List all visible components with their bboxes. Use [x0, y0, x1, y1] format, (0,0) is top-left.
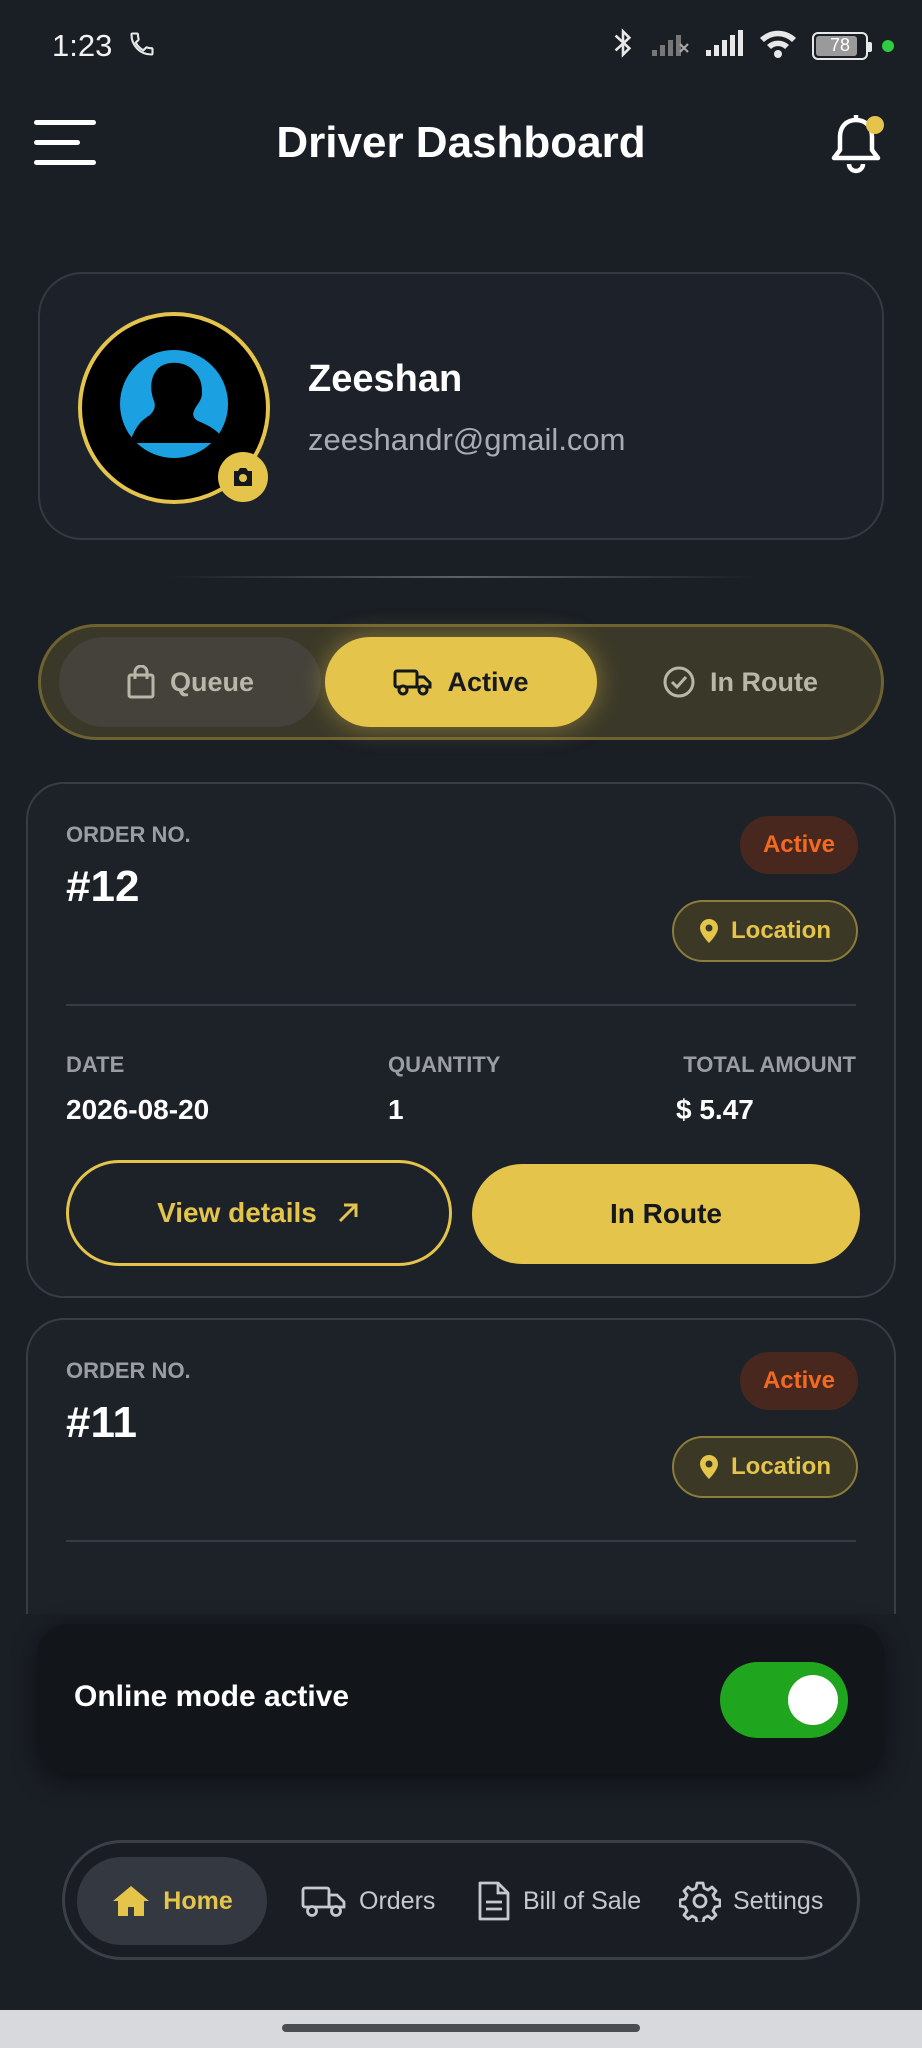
bluetooth-icon [610, 26, 636, 65]
signal-off-icon [650, 28, 690, 63]
card-divider [66, 1540, 856, 1542]
signal-icon [704, 28, 744, 63]
nav-label: Home [163, 1886, 233, 1915]
order-card: ORDER NO. #12 Active Location DATE 2026-… [26, 782, 896, 1298]
view-details-label: View details [157, 1197, 317, 1228]
total-amount-value: $ 5.47 [676, 1094, 754, 1125]
tab-in-route[interactable]: In Route [615, 637, 865, 727]
quantity-value: 1 [388, 1094, 404, 1125]
view-details-button[interactable]: View details [66, 1160, 452, 1266]
nav-label: Settings [733, 1886, 824, 1915]
bag-icon [127, 665, 155, 699]
nav-orders[interactable]: Orders [301, 1857, 435, 1945]
online-mode-toggle[interactable] [720, 1662, 848, 1738]
status-bar: 1:23 78 [0, 0, 922, 92]
location-label: Location [731, 1453, 831, 1480]
location-button[interactable]: Location [672, 900, 858, 962]
date-value: 2026-08-20 [66, 1094, 210, 1125]
date-label: DATE [66, 1052, 125, 1077]
profile-card: Zeeshan zeeshandr@gmail.com [38, 272, 884, 540]
order-number: #11 [66, 1398, 137, 1447]
order-card: ORDER NO. #11 Active Location [26, 1318, 896, 1614]
section-divider [168, 576, 754, 578]
total-amount-label: TOTAL AMOUNT [683, 1052, 856, 1077]
privacy-indicator-dot [882, 39, 894, 52]
notification-button[interactable] [828, 114, 888, 178]
order-number-label: ORDER NO. [66, 822, 191, 847]
nav-label: Orders [359, 1886, 436, 1915]
battery-icon: 78 [812, 31, 872, 60]
card-divider [66, 1004, 856, 1006]
phone-call-icon [128, 30, 156, 63]
status-badge: Active [740, 1352, 858, 1410]
status-badge: Active [740, 816, 858, 874]
nav-bill-of-sale[interactable]: Bill of Sale [477, 1857, 641, 1945]
check-circle-icon [663, 666, 695, 698]
status-time: 1:23 [52, 28, 113, 63]
tab-queue[interactable]: Queue [59, 637, 321, 727]
truck-icon [393, 669, 432, 696]
arrow-up-right-icon [338, 1203, 358, 1223]
map-pin-icon [700, 919, 718, 943]
tab-label: Active [447, 666, 529, 697]
home-icon [113, 1886, 150, 1916]
tab-label: In Route [710, 666, 818, 697]
truck-icon [301, 1886, 346, 1917]
order-number: #12 [66, 862, 140, 911]
bottom-navigation: Home Orders Bill of Sale Settings [62, 1840, 860, 1960]
nav-home[interactable]: Home [77, 1857, 267, 1945]
profile-email: zeeshandr@gmail.com [308, 422, 626, 457]
nav-settings[interactable]: Settings [679, 1857, 823, 1945]
online-mode-label: Online mode active [74, 1680, 350, 1713]
change-photo-button[interactable] [218, 452, 268, 502]
location-label: Location [731, 917, 831, 944]
order-status-tabs: Queue Active In Route [38, 624, 884, 740]
camera-icon [234, 468, 252, 486]
battery-level: 78 [829, 35, 851, 55]
map-pin-icon [700, 1455, 718, 1479]
location-button[interactable]: Location [672, 1436, 858, 1498]
page-title: Driver Dashboard [276, 118, 646, 167]
tab-label: Queue [169, 666, 255, 697]
online-mode-panel: Online mode active [38, 1624, 884, 1774]
wifi-icon [758, 27, 798, 64]
in-route-button[interactable]: In Route [472, 1164, 860, 1264]
document-icon [478, 1881, 510, 1921]
tab-active[interactable]: Active [325, 637, 597, 727]
home-gesture-handle[interactable] [282, 2024, 640, 2032]
order-number-label: ORDER NO. [66, 1358, 191, 1383]
toggle-knob [788, 1675, 838, 1725]
gear-icon [679, 1881, 721, 1922]
profile-name: Zeeshan [308, 358, 463, 400]
nav-label: Bill of Sale [523, 1886, 642, 1915]
quantity-label: QUANTITY [388, 1052, 501, 1077]
notification-dot [866, 116, 884, 134]
